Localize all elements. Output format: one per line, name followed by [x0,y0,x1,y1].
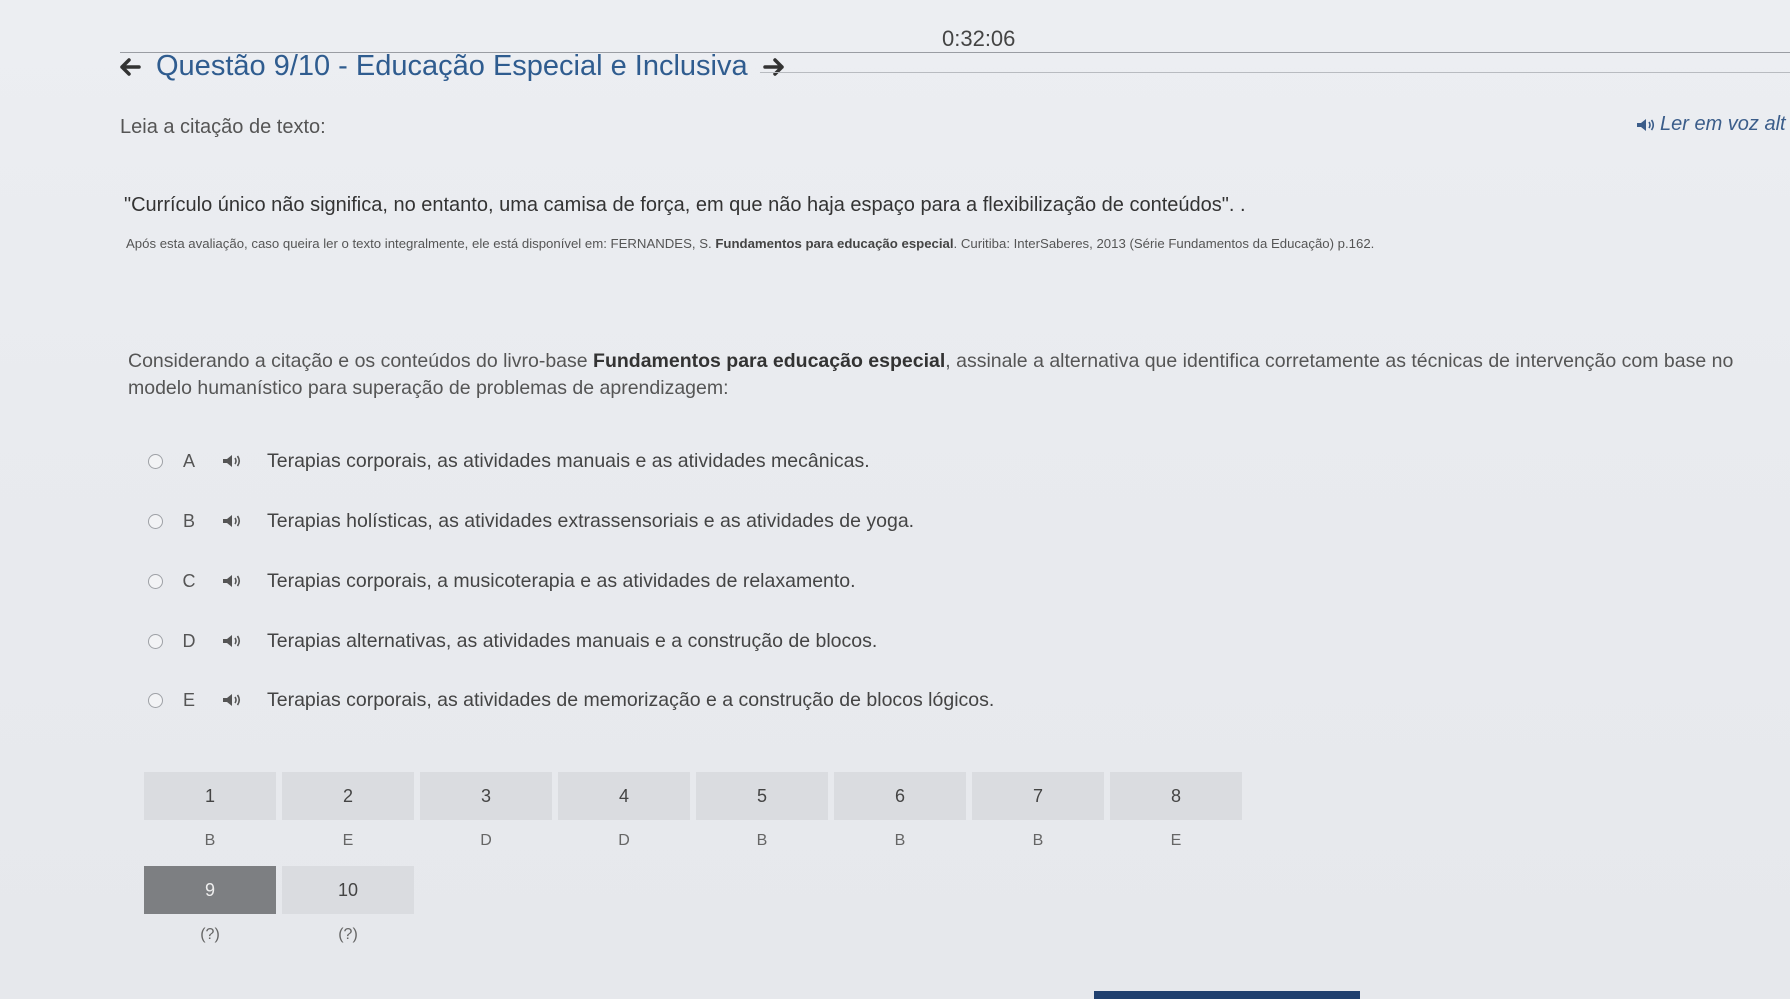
option-a-letter: A [182,450,195,471]
reference-suffix: . Curitiba: InterSaberes, 2013 (Série Fu… [953,236,1375,251]
question-nav-number: 5 [696,772,828,820]
question-nav-number: 7 [972,772,1104,820]
question-nav-4[interactable]: 4D [558,772,690,862]
option-d-speaker[interactable] [215,634,251,648]
question-nav-6[interactable]: 6B [834,772,966,862]
reference-prefix: Após esta avaliação, caso queira ler o t… [126,236,716,251]
question-nav-5[interactable]: 5B [696,772,828,862]
previous-question-button[interactable] [118,55,142,79]
speaker-icon [223,515,241,527]
question-navigation-row: 1B 2E 3D 4D 5B 6B 7B 8E [144,772,1242,862]
option-c-text: Terapias corporais, a musicoterapia e as… [267,569,856,592]
question-nav-number: 3 [420,772,552,820]
question-nav-answer: D [480,832,492,849]
option-c[interactable]: C Terapias corporais, a musicoterapia e … [142,561,856,601]
read-aloud-label: Ler em voz alt [1660,113,1786,135]
option-c-radio[interactable] [148,573,163,589]
question-nav-number-current: 9 [144,866,276,914]
question-nav-7[interactable]: 7B [972,772,1104,862]
question-nav-number: 2 [282,772,414,820]
reference-book-title: Fundamentos para educação especial [715,236,954,251]
option-e-speaker[interactable] [215,693,251,707]
speaker-icon [223,694,241,706]
option-e[interactable]: E Terapias corporais, as atividades de m… [142,680,994,720]
question-nav-answer: B [894,832,906,849]
question-navigation-row: 9 (?) 10 (?) [144,866,1242,956]
question-book-title: Fundamentos para educação especial [593,350,946,372]
speaker-icon [223,635,241,647]
page-title: Questão 9/10 - Educação Especial e Inclu… [156,50,748,82]
option-d[interactable]: D Terapias alternativas, as atividades m… [142,621,877,661]
speaker-icon [223,455,241,467]
question-nav-number: 6 [834,772,966,820]
option-a-speaker[interactable] [215,454,251,468]
option-b-radio[interactable] [148,513,163,529]
question-nav-answer: (?) [338,926,358,943]
read-aloud-button[interactable]: Ler em voz alt [1636,113,1786,136]
question-navigation: 1B 2E 3D 4D 5B 6B 7B 8E 9 (?) 10 (?) [144,772,1242,956]
arrow-left-icon [120,57,141,76]
question-nav-1[interactable]: 1B [144,772,276,862]
question-nav-number: 1 [144,772,276,820]
question-nav-9[interactable]: 9 (?) [144,866,276,956]
question-header: Questão 9/10 - Educação Especial e Inclu… [118,50,786,83]
next-question-button[interactable] [762,55,786,79]
question-nav-3[interactable]: 3D [420,772,552,862]
timer: 0:32:06 [942,26,1016,51]
option-e-letter: E [182,689,195,710]
option-e-radio[interactable] [148,692,163,708]
option-a-text: Terapias corporais, as atividades manuai… [267,449,870,472]
option-a-radio[interactable] [148,453,163,469]
option-b-speaker[interactable] [215,514,251,528]
option-b[interactable]: B Terapias holísticas, as atividades ext… [142,501,914,541]
option-d-letter: D [182,630,196,651]
bottom-action-bar[interactable] [1094,991,1360,999]
question-nav-answer: E [1170,832,1182,849]
option-c-letter: C [182,570,196,591]
option-d-text: Terapias alternativas, as atividades man… [267,629,878,652]
question-nav-number: 4 [558,772,690,820]
question-nav-number: 8 [1110,772,1242,820]
option-b-text: Terapias holísticas, as atividades extra… [267,509,915,532]
question-nav-answer: E [342,832,354,849]
option-a[interactable]: A Terapias corporais, as atividades manu… [142,441,870,481]
question-nav-10[interactable]: 10 (?) [282,866,414,956]
question-nav-8[interactable]: 8E [1110,772,1242,862]
instruction-text: Leia a citação de texto: [120,116,326,138]
speaker-icon [223,575,241,587]
question-nav-answer: (?) [200,926,220,943]
quote-text: "Currículo único não significa, no entan… [124,194,1246,216]
speaker-icon [1637,118,1655,131]
question-prefix: Considerando a citação e os conteúdos do… [128,350,594,372]
question-nav-answer: B [204,832,216,849]
question-nav-2[interactable]: 2E [282,772,414,862]
option-e-text: Terapias corporais, as atividades de mem… [267,688,995,711]
option-b-letter: B [182,510,195,531]
question-nav-answer: D [618,832,630,849]
question-nav-answer: B [1032,832,1044,849]
question-text: Considerando a citação e os conteúdos do… [128,348,1748,402]
option-c-speaker[interactable] [215,574,251,588]
question-nav-answer: B [756,832,768,849]
header-divider [760,72,1790,73]
option-d-radio[interactable] [148,633,163,649]
question-nav-number: 10 [282,866,414,914]
reference-text: Após esta avaliação, caso queira ler o t… [126,236,1374,251]
